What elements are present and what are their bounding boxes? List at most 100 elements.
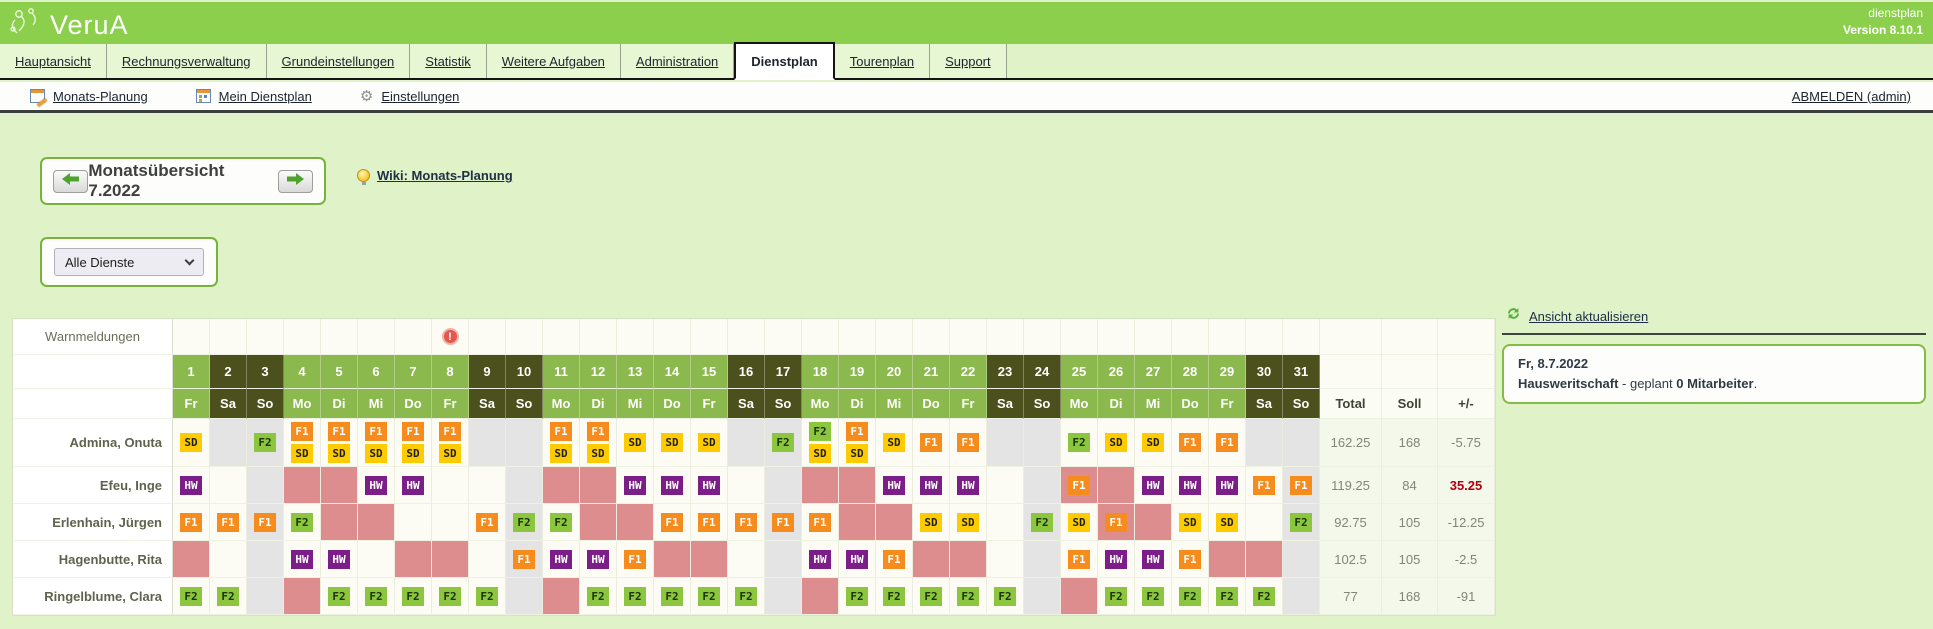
shift-cell[interactable]: SD [1172, 504, 1209, 541]
shift-cell[interactable]: HW [839, 541, 876, 578]
shift-cell[interactable]: SD [1135, 419, 1172, 467]
prev-month-button[interactable] [53, 170, 88, 193]
shift-cell[interactable]: F1 [1283, 467, 1320, 504]
shift-cell[interactable]: HW [950, 467, 987, 504]
shift-cell[interactable]: F2 [210, 578, 247, 615]
shift-cell[interactable] [506, 467, 543, 504]
shift-cell[interactable]: SD [876, 419, 913, 467]
shift-cell[interactable]: F1 [654, 504, 691, 541]
shift-cell[interactable] [950, 541, 987, 578]
shift-cell[interactable] [321, 504, 358, 541]
shift-cell[interactable] [1024, 541, 1061, 578]
employee-name[interactable]: Efeu, Inge [13, 467, 173, 504]
shift-cell[interactable]: F1 [1061, 467, 1098, 504]
shift-cell[interactable]: F2 [1024, 504, 1061, 541]
shift-cell[interactable]: F1 [210, 504, 247, 541]
shift-cell[interactable] [839, 504, 876, 541]
tab-dienstplan[interactable]: Dienstplan [734, 42, 834, 80]
shift-cell[interactable]: F1SD [321, 419, 358, 467]
shift-cell[interactable] [987, 467, 1024, 504]
shift-cell[interactable] [469, 467, 506, 504]
shift-cell[interactable] [173, 541, 210, 578]
shift-cell[interactable]: F2 [469, 578, 506, 615]
tab-statistik[interactable]: Statistik [410, 44, 487, 78]
shift-cell[interactable]: F2 [876, 578, 913, 615]
shift-cell[interactable]: F2 [765, 419, 802, 467]
shift-cell[interactable] [1283, 541, 1320, 578]
shift-cell[interactable] [1246, 541, 1283, 578]
shift-cell[interactable]: F1 [876, 541, 913, 578]
shift-cell[interactable] [728, 467, 765, 504]
shift-cell[interactable]: F1SD [580, 419, 617, 467]
shift-cell[interactable] [839, 467, 876, 504]
shift-cell[interactable]: F2 [1209, 578, 1246, 615]
shift-cell[interactable]: F2 [1172, 578, 1209, 615]
shift-cell[interactable] [1135, 504, 1172, 541]
shift-cell[interactable] [765, 578, 802, 615]
shift-cell[interactable] [802, 578, 839, 615]
shift-cell[interactable]: F1 [913, 419, 950, 467]
shift-cell[interactable] [765, 541, 802, 578]
shift-cell[interactable]: F1 [469, 504, 506, 541]
shift-cell[interactable] [284, 578, 321, 615]
shift-cell[interactable] [506, 419, 543, 467]
shift-cell[interactable]: F2 [173, 578, 210, 615]
shift-cell[interactable]: F1SD [395, 419, 432, 467]
shift-cell[interactable] [654, 541, 691, 578]
tab-grundeinstellungen[interactable]: Grundeinstellungen [267, 44, 411, 78]
tab-support[interactable]: Support [930, 44, 1007, 78]
shift-cell[interactable]: F1 [247, 504, 284, 541]
shift-cell[interactable]: F2 [691, 578, 728, 615]
shift-cell[interactable]: F2 [1283, 504, 1320, 541]
shift-cell[interactable]: HW [543, 541, 580, 578]
shift-cell[interactable] [358, 541, 395, 578]
shift-cell[interactable] [765, 467, 802, 504]
refresh-view-link[interactable]: Ansicht aktualisieren [1529, 309, 1648, 324]
shift-cell[interactable]: F1 [691, 504, 728, 541]
shift-cell[interactable] [432, 467, 469, 504]
shift-cell[interactable]: F2 [321, 578, 358, 615]
shift-cell[interactable]: F2 [506, 504, 543, 541]
shift-cell[interactable]: HW [691, 467, 728, 504]
shift-cell[interactable] [432, 541, 469, 578]
shift-cell[interactable] [1246, 504, 1283, 541]
shift-cell[interactable] [210, 541, 247, 578]
shift-cell[interactable]: F1 [1172, 541, 1209, 578]
shift-cell[interactable]: F2 [543, 504, 580, 541]
tab-weitere-aufgaben[interactable]: Weitere Aufgaben [487, 44, 621, 78]
shift-cell[interactable]: HW [654, 467, 691, 504]
shift-cell[interactable] [247, 541, 284, 578]
shift-cell[interactable] [728, 541, 765, 578]
shift-cell[interactable]: F1 [1209, 419, 1246, 467]
shift-cell[interactable] [358, 504, 395, 541]
tab-administration[interactable]: Administration [621, 44, 734, 78]
shift-cell[interactable]: F1SD [284, 419, 321, 467]
shift-cell[interactable]: SD [173, 419, 210, 467]
shift-cell[interactable]: F2 [1061, 419, 1098, 467]
shift-cell[interactable]: HW [358, 467, 395, 504]
shift-cell[interactable]: F2 [913, 578, 950, 615]
shift-cell[interactable] [506, 578, 543, 615]
shift-cell[interactable] [210, 467, 247, 504]
shift-cell[interactable]: SD [654, 419, 691, 467]
shift-cell[interactable]: F1 [950, 419, 987, 467]
shift-cell[interactable]: F1 [1061, 541, 1098, 578]
shift-cell[interactable]: HW [284, 541, 321, 578]
shift-cell[interactable] [284, 467, 321, 504]
shift-cell[interactable]: F2 [950, 578, 987, 615]
shift-cell[interactable]: F2SD [802, 419, 839, 467]
logout-link[interactable]: ABMELDEN (admin) [1792, 89, 1911, 104]
shift-cell[interactable] [987, 541, 1024, 578]
shift-cell[interactable] [1098, 467, 1135, 504]
shift-cell[interactable]: HW [1098, 541, 1135, 578]
shift-cell[interactable]: F2 [617, 578, 654, 615]
shift-cell[interactable] [913, 541, 950, 578]
shift-cell[interactable]: F1SD [432, 419, 469, 467]
shift-cell[interactable]: HW [395, 467, 432, 504]
shift-cell[interactable]: HW [173, 467, 210, 504]
shift-cell[interactable] [469, 419, 506, 467]
shift-cell[interactable]: HW [1209, 467, 1246, 504]
shift-cell[interactable]: F2 [987, 578, 1024, 615]
shift-cell[interactable] [1283, 578, 1320, 615]
shift-cell[interactable] [580, 504, 617, 541]
